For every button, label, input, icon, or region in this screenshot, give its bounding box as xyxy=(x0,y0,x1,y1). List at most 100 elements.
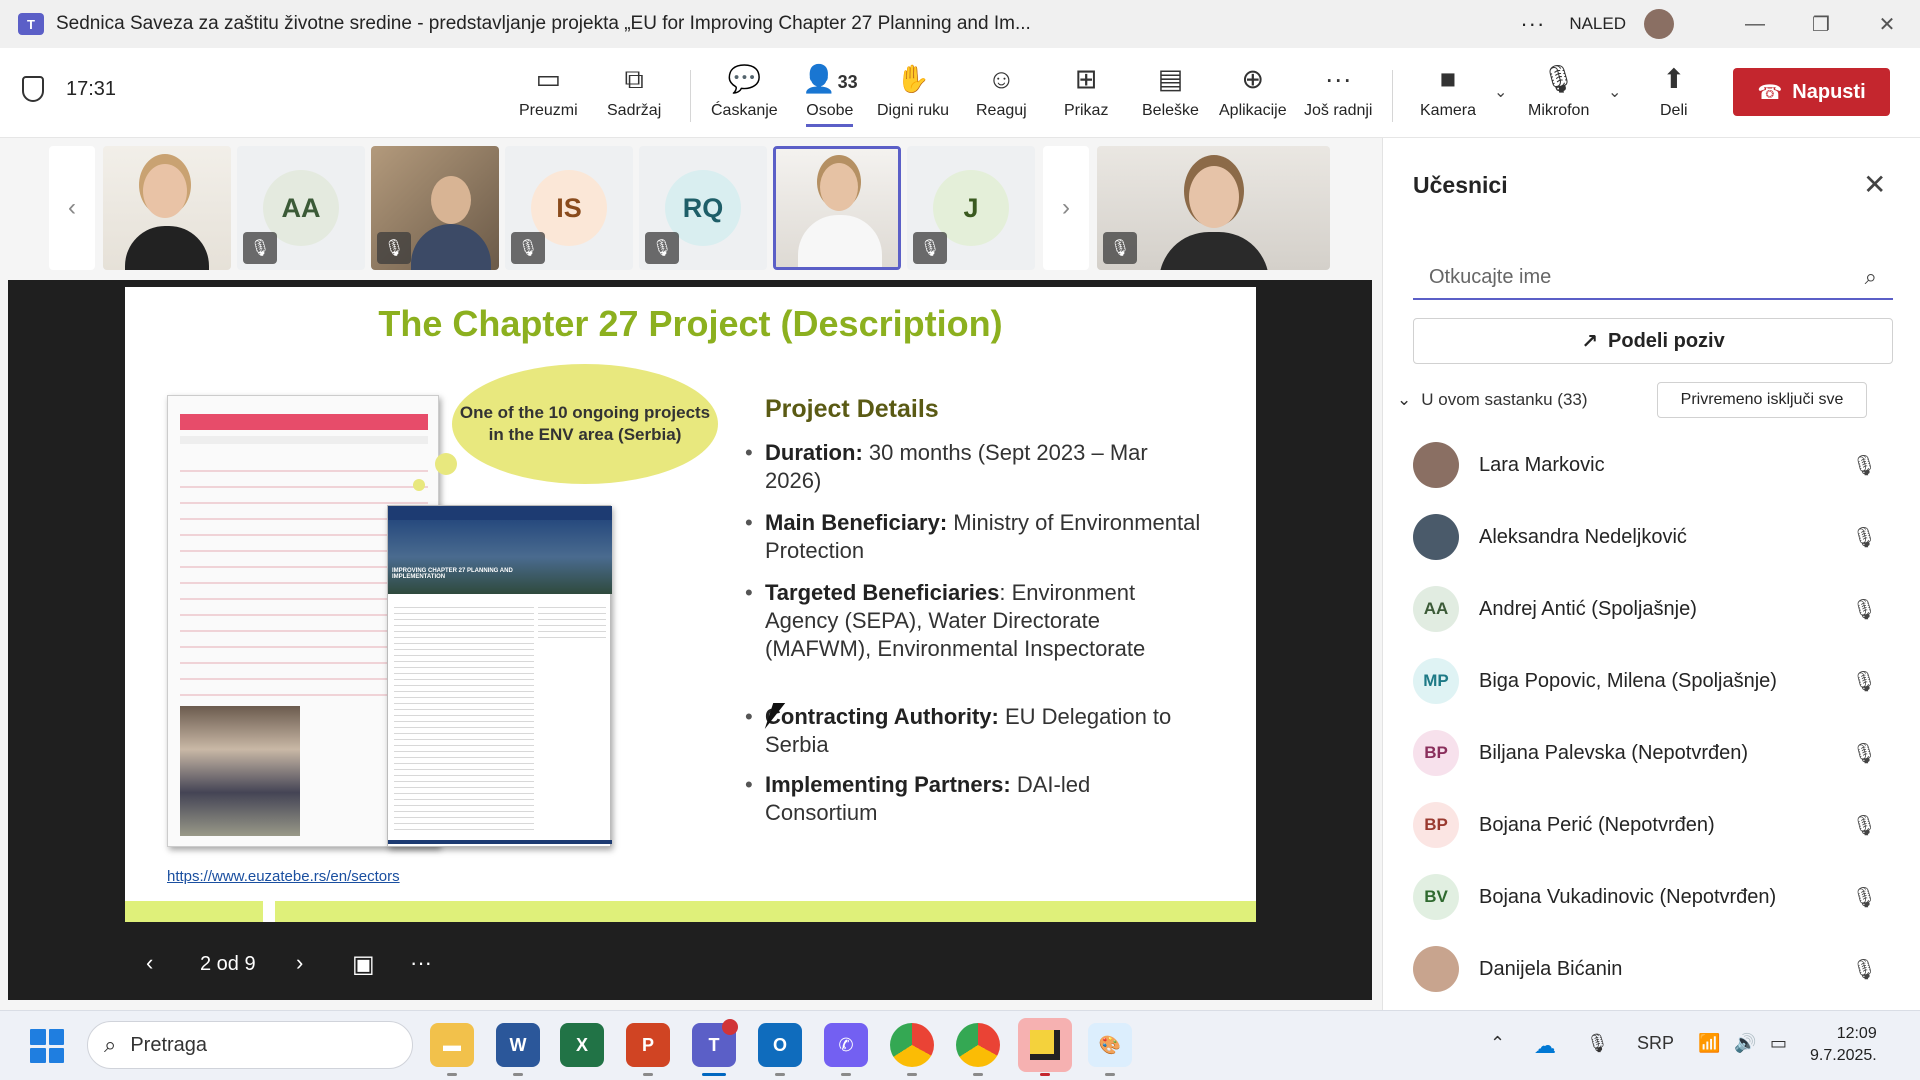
mic-off-icon: 🎙 xyxy=(377,232,411,264)
video-tile[interactable]: 🎙 xyxy=(1097,146,1330,270)
participant-row[interactable]: BV Bojana Vukadinovic (Nepotvrđen) 🎙 xyxy=(1413,870,1893,924)
external-share-icon: ⧉ xyxy=(624,64,644,94)
word-icon[interactable]: W xyxy=(496,1023,540,1067)
participant-row[interactable]: Aleksandra Nedeljković 🎙 xyxy=(1413,510,1893,564)
participant-row[interactable]: BP Bojana Perić (Nepotvrđen) 🎙 xyxy=(1413,798,1893,852)
show-hidden-icons-chevron-icon[interactable]: ⌃ xyxy=(1490,1033,1505,1054)
microphone-button[interactable]: 🎙 Mikrofon xyxy=(1528,62,1589,130)
phone-hangup-icon: ☎ xyxy=(1757,81,1783,104)
share-icon: ↗ xyxy=(1581,330,1599,353)
file-explorer-icon[interactable]: ▬ xyxy=(430,1023,474,1067)
video-tile[interactable]: 🎙 xyxy=(371,146,499,270)
participant-avatar: BP xyxy=(1413,730,1459,776)
participant-name: Bojana Vukadinovic (Nepotvrđen) xyxy=(1479,885,1777,908)
in-meeting-section-toggle[interactable]: ⌄ U ovom sastanku (33) xyxy=(1397,390,1588,410)
participant-row[interactable]: AA Andrej Antić (Spoljašnje) 🎙 xyxy=(1413,582,1893,636)
mute-all-button[interactable]: Privremeno isključi sve xyxy=(1657,382,1867,418)
mic-options-chevron-icon[interactable]: ⌄ xyxy=(1608,82,1621,102)
participant-avatar: MP xyxy=(1413,658,1459,704)
search-icon: ⌕ xyxy=(104,1032,117,1057)
gallery-next-button[interactable]: › xyxy=(1043,146,1089,270)
take-control-button[interactable]: ▭ Preuzmi xyxy=(519,62,578,130)
share-content-button[interactable]: ⧉ Sadržaj xyxy=(607,62,661,130)
view-button[interactable]: ⊞ Prikaz xyxy=(1064,62,1108,130)
people-button[interactable]: 👤 33 Osobe xyxy=(802,62,858,130)
more-actions-button[interactable]: ··· Još radnji xyxy=(1304,62,1372,130)
webpage-screenshot-image: IMPROVING CHAPTER 27 PLANNING AND IMPLEM… xyxy=(387,505,612,847)
restore-button[interactable]: ❐ xyxy=(1788,12,1854,37)
participant-row[interactable]: Danijela Bićanin 🎙 xyxy=(1413,942,1893,996)
gallery-prev-button[interactable]: ‹ xyxy=(49,146,95,270)
video-tile[interactable]: J 🎙 xyxy=(907,146,1035,270)
participant-head xyxy=(143,164,187,218)
camera-button[interactable]: ■ Kamera xyxy=(1420,62,1476,130)
apps-button[interactable]: ⊕ Aplikacije xyxy=(1219,62,1287,130)
notes-button[interactable]: ▤ Beleške xyxy=(1142,62,1199,130)
leave-button[interactable]: ☎ Napusti xyxy=(1733,68,1890,116)
bubble-tail-dot xyxy=(435,453,457,475)
input-language[interactable]: SRP xyxy=(1637,1033,1674,1054)
share-button[interactable]: ⬆ Deli xyxy=(1660,62,1688,130)
participant-row[interactable]: BP Biljana Palevska (Nepotvrđen) 🎙 xyxy=(1413,726,1893,780)
participant-row[interactable]: Lara Markovic 🎙 xyxy=(1413,438,1893,492)
participant-avatar xyxy=(1413,946,1459,992)
notification-badge xyxy=(722,1019,738,1035)
webpage-text-lines xyxy=(394,602,534,832)
excel-icon[interactable]: X xyxy=(560,1023,604,1067)
share-invite-button[interactable]: ↗ Podeli poziv xyxy=(1413,318,1893,364)
battery-icon[interactable]: ▭ xyxy=(1770,1033,1787,1054)
onedrive-cloud-icon[interactable]: ☁ xyxy=(1534,1033,1556,1059)
video-tile-active-speaker[interactable] xyxy=(773,146,901,270)
video-tile[interactable]: IS 🎙 xyxy=(505,146,633,270)
video-tile[interactable]: AA 🎙 xyxy=(237,146,365,270)
plus-square-icon: ⊕ xyxy=(1241,64,1265,94)
participant-head xyxy=(820,163,858,211)
window-title: Sednica Saveza za zaštitu životne sredin… xyxy=(56,13,1031,34)
outlook-icon[interactable]: O xyxy=(758,1023,802,1067)
document-header-bar xyxy=(180,414,428,430)
participant-row[interactable]: MP Biga Popovic, Milena (Spoljašnje) 🎙 xyxy=(1413,654,1893,708)
slide-more-options-icon[interactable]: ··· xyxy=(410,950,432,976)
chrome-icon[interactable] xyxy=(890,1023,934,1067)
previous-slide-button[interactable]: ‹ xyxy=(146,950,153,976)
raise-hand-button[interactable]: ✋ Digni ruku xyxy=(877,62,949,130)
chevron-left-icon: ‹ xyxy=(146,950,154,975)
windows-taskbar: ⌕ Pretraga ▬ W X P T O ✆ 🎨 ⌃ ☁ 🎙 SRP 📶 🔊… xyxy=(0,1010,1920,1080)
meeting-timer: 17:31 xyxy=(66,78,117,100)
windows-start-icon[interactable] xyxy=(30,1029,64,1063)
sectors-link[interactable]: https://www.euzatebe.rs/en/sectors xyxy=(167,868,400,885)
bullet-implementing-partners: Implementing Partners: DAI-led Consortiu… xyxy=(745,771,1205,827)
paint-icon[interactable]: 🎨 xyxy=(1088,1023,1132,1067)
camera-options-chevron-icon[interactable]: ⌄ xyxy=(1494,82,1507,102)
mic-muted-tray-icon[interactable]: 🎙 xyxy=(1586,1033,1609,1054)
taskbar-search-box[interactable]: ⌕ Pretraga xyxy=(87,1021,413,1069)
close-panel-icon[interactable]: ✕ xyxy=(1863,168,1886,201)
next-slide-button[interactable]: › xyxy=(296,950,303,976)
slide-title: The Chapter 27 Project (Description) xyxy=(378,303,1003,344)
user-avatar[interactable] xyxy=(1644,9,1674,39)
wifi-icon[interactable]: 📶 xyxy=(1698,1033,1720,1054)
taskbar-clock[interactable]: 12:09 9.7.2025. xyxy=(1810,1023,1877,1067)
slide-page-indicator: 2 od 9 xyxy=(200,953,256,975)
bullet-main-beneficiary: Main Beneficiary: Ministry of Environmen… xyxy=(745,509,1205,565)
more-options-icon[interactable]: ··· xyxy=(1520,11,1545,37)
participant-avatar xyxy=(1413,442,1459,488)
powerpoint-icon[interactable]: P xyxy=(626,1023,670,1067)
viber-icon[interactable]: ✆ xyxy=(824,1023,868,1067)
sticky-notes-icon[interactable] xyxy=(1018,1018,1072,1072)
video-tile[interactable]: RQ 🎙 xyxy=(639,146,767,270)
mic-off-icon: 🎙 xyxy=(1851,670,1877,693)
minimize-button[interactable]: — xyxy=(1722,13,1788,36)
video-tile[interactable] xyxy=(103,146,231,270)
slide-overview-icon[interactable]: ▣ xyxy=(352,950,375,979)
bullet-duration: Duration: 30 months (Sept 2023 – Mar 202… xyxy=(745,439,1205,495)
ellipsis-icon: ··· xyxy=(1324,64,1352,94)
close-button[interactable]: ✕ xyxy=(1854,12,1920,37)
mic-off-icon: 🎙 xyxy=(1103,232,1137,264)
volume-icon[interactable]: 🔊 xyxy=(1734,1033,1756,1054)
participant-search-input[interactable]: Otkucajte ime ⌕ xyxy=(1413,254,1893,300)
chat-button[interactable]: 💬 Ćaskanje xyxy=(711,62,778,130)
chrome-profile-icon[interactable] xyxy=(956,1023,1000,1067)
organization-name[interactable]: NALED xyxy=(1569,14,1626,34)
react-button[interactable]: ☺ Reaguj xyxy=(976,62,1027,130)
